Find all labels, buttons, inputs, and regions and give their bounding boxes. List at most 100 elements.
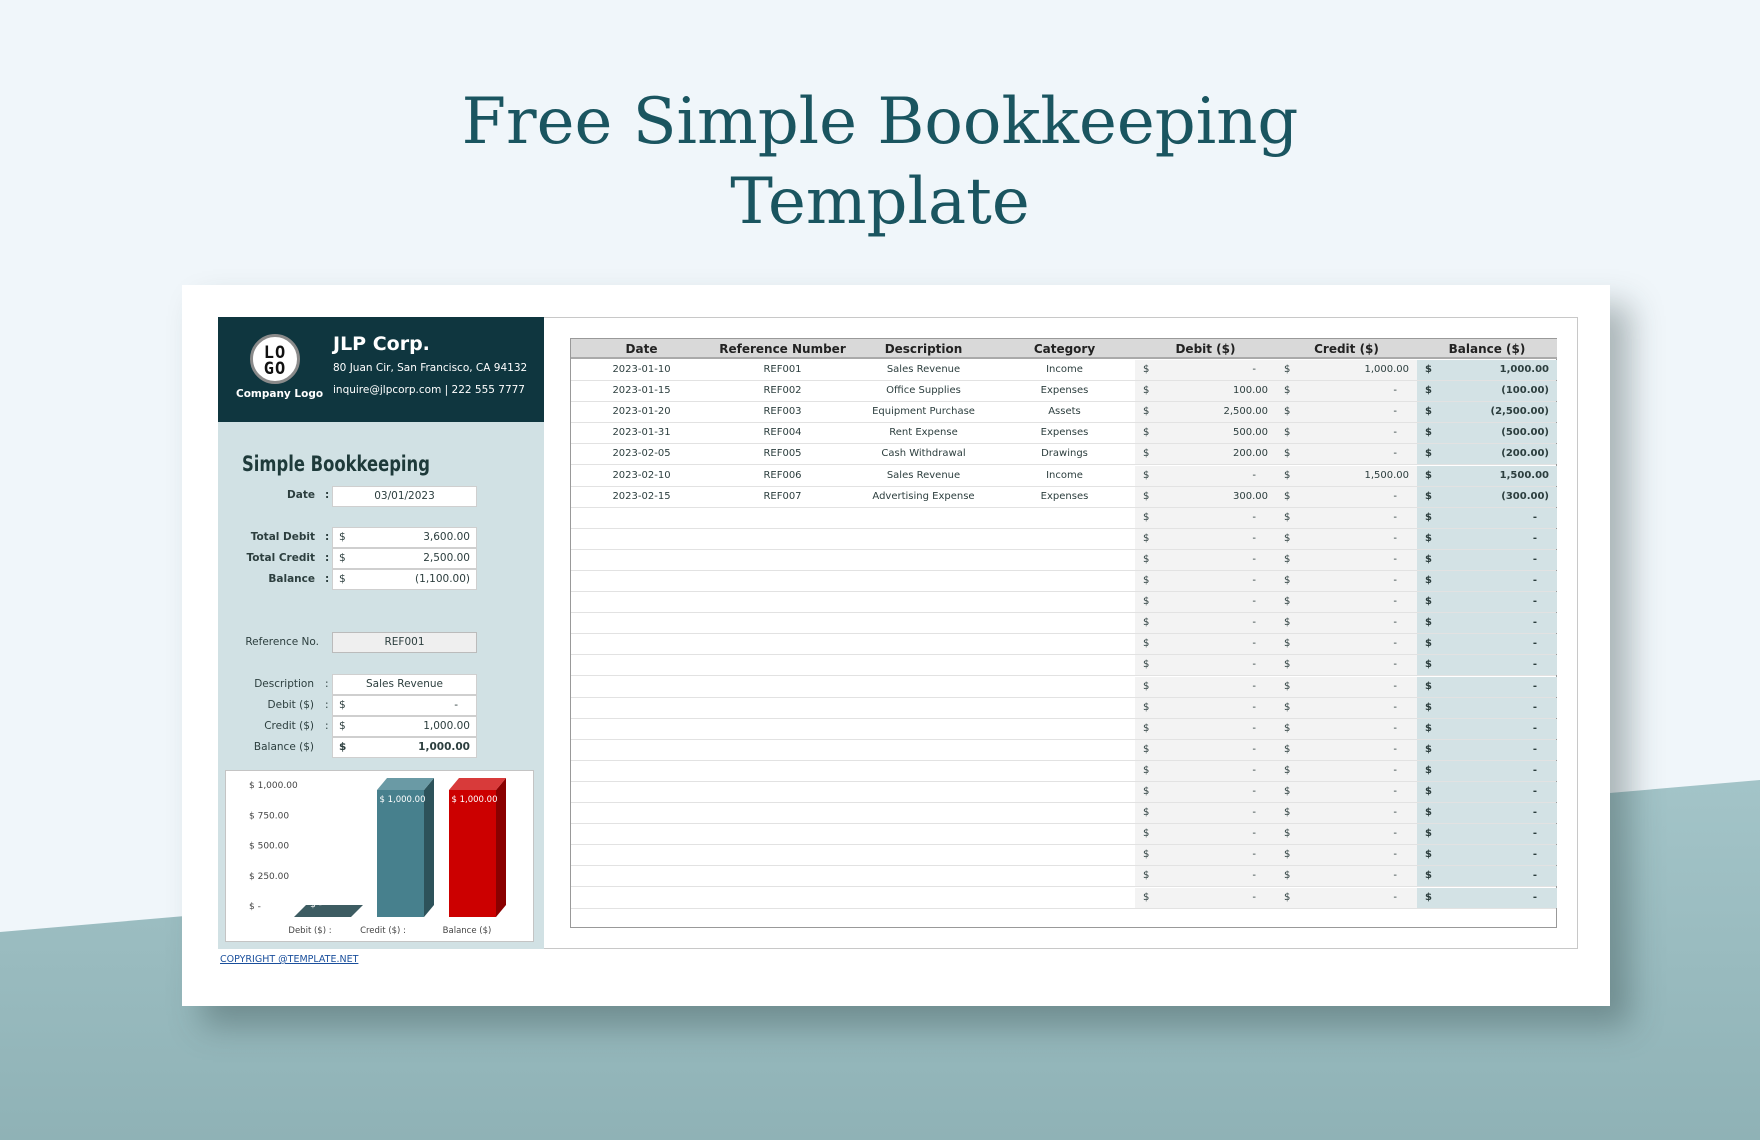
reference-cell: [712, 655, 853, 675]
balance-cell: $ (2,500.00): [1417, 402, 1557, 423]
amount: -: [1252, 828, 1256, 840]
amount: -: [1393, 511, 1397, 523]
currency-sign: $: [1425, 385, 1432, 397]
balance-cell: $ -: [1417, 613, 1557, 634]
currency-sign: $: [1284, 575, 1291, 586]
debit-cell: $300.00: [1135, 486, 1276, 507]
amount: (100.00): [1501, 385, 1549, 397]
balance-cell: $1,500.00: [1417, 465, 1557, 486]
x-category-label: Credit ($) :: [360, 926, 406, 936]
total-credit-label: Total Credit: [246, 552, 315, 564]
amount: 1,000.00: [1499, 364, 1549, 375]
debit-cell: $ -: [1135, 866, 1276, 887]
copyright-link[interactable]: COPYRIGHT @TEMPLATE.NET: [220, 954, 358, 965]
description-cell: [853, 529, 994, 549]
bar-top: [377, 778, 434, 790]
company-address: 80 Juan Cir, San Francisco, CA 94132: [333, 362, 528, 374]
table-row: $ - $ - $ -: [571, 528, 1557, 550]
amount: -: [1252, 469, 1256, 481]
reference-cell: [712, 888, 853, 908]
amount: -: [1393, 659, 1397, 671]
currency-sign: $: [1284, 385, 1291, 397]
currency-sign: $: [1284, 764, 1291, 776]
credit-cell: $ -: [1276, 549, 1417, 570]
date-cell: [571, 845, 712, 865]
amount: -: [1393, 849, 1397, 861]
currency-sign: $: [1143, 448, 1150, 460]
reference-cell: [712, 592, 853, 612]
credit-cell: $ -: [1276, 803, 1417, 824]
description-cell: Equipment Purchase: [872, 406, 975, 418]
y-tick-label: $ 750.00: [249, 811, 289, 821]
currency-sign: $: [1284, 596, 1291, 608]
x-category-label: Debit ($) :: [288, 926, 331, 936]
amount: -: [1252, 617, 1256, 629]
currency-sign: $: [1284, 532, 1291, 544]
category-cell: Assets: [1048, 406, 1081, 418]
amount: -: [1393, 870, 1397, 882]
colon: :: [325, 720, 329, 732]
currency-sign: $: [1143, 617, 1150, 629]
debit-cell: $ -: [1135, 634, 1276, 655]
credit-cell: $ -: [1276, 655, 1417, 676]
description-cell: [853, 698, 994, 718]
amount: -: [1532, 701, 1537, 713]
category-cell: [994, 866, 1135, 886]
amount: (300.00): [1501, 490, 1549, 502]
currency-sign: $: [1284, 891, 1291, 903]
balance-cell: $ -: [1417, 571, 1557, 592]
currency-sign: $: [1425, 364, 1432, 375]
logo-caption: Company Logo: [236, 388, 324, 400]
date-cell: 2023-01-31: [612, 427, 671, 439]
date-cell: [571, 824, 712, 844]
balance-cell: $ -: [1417, 782, 1557, 803]
bar-side: [424, 778, 434, 917]
amount: -: [1393, 575, 1397, 586]
amount: -: [1252, 764, 1256, 776]
description-cell: [853, 866, 994, 886]
currency-sign: $: [1425, 870, 1432, 882]
date-field[interactable]: 03/01/2023: [332, 486, 477, 507]
credit-cell: $ -: [1276, 592, 1417, 613]
table-row: 2023-01-10 REF001 Sales Revenue Income $ - $1,…: [571, 360, 1557, 382]
debit-cell: $ -: [1135, 760, 1276, 781]
currency-sign: $: [1284, 680, 1291, 692]
reference-cell: [712, 677, 853, 697]
category-cell: Drawings: [1041, 448, 1088, 460]
date-cell: [571, 761, 712, 781]
table-row: $ - $ - $ -: [571, 592, 1557, 614]
amount: -: [1532, 680, 1537, 692]
amount: -: [1252, 575, 1256, 586]
reference-cell: [712, 634, 853, 654]
credit-cell: $ -: [1276, 571, 1417, 592]
description-cell: [853, 634, 994, 654]
table-row: $ - $ - $ -: [571, 718, 1557, 740]
amount: -: [1252, 680, 1256, 692]
description-cell: [853, 782, 994, 802]
currency-sign: $: [1143, 870, 1150, 882]
currency-sign: $: [1425, 701, 1432, 713]
currency-sign: $: [1143, 469, 1150, 481]
description-cell: [853, 592, 994, 612]
reference-cell: REF006: [763, 469, 802, 481]
currency-sign: $: [1284, 870, 1291, 882]
credit-cell: $ -: [1276, 444, 1417, 465]
amount: -: [1393, 553, 1397, 565]
currency-sign: $: [1284, 786, 1291, 797]
reference-label: Reference No.: [245, 636, 319, 648]
description-cell: [853, 845, 994, 865]
amount: -: [1532, 722, 1537, 734]
category-cell: Expenses: [1040, 427, 1089, 439]
date-cell: 2023-02-10: [612, 469, 671, 481]
balance-cell: $ (300.00): [1417, 486, 1557, 507]
currency-sign: $: [1284, 448, 1291, 460]
bar-top: [449, 778, 506, 790]
currency-sign: $: [1284, 828, 1291, 840]
amount: -: [1532, 638, 1537, 650]
currency-sign: $: [1143, 828, 1150, 840]
amount: -: [1393, 406, 1397, 418]
amount: -: [1252, 870, 1256, 882]
currency-sign: $: [1284, 364, 1291, 375]
reference-input[interactable]: REF001: [332, 632, 477, 653]
category-cell: [994, 613, 1135, 633]
